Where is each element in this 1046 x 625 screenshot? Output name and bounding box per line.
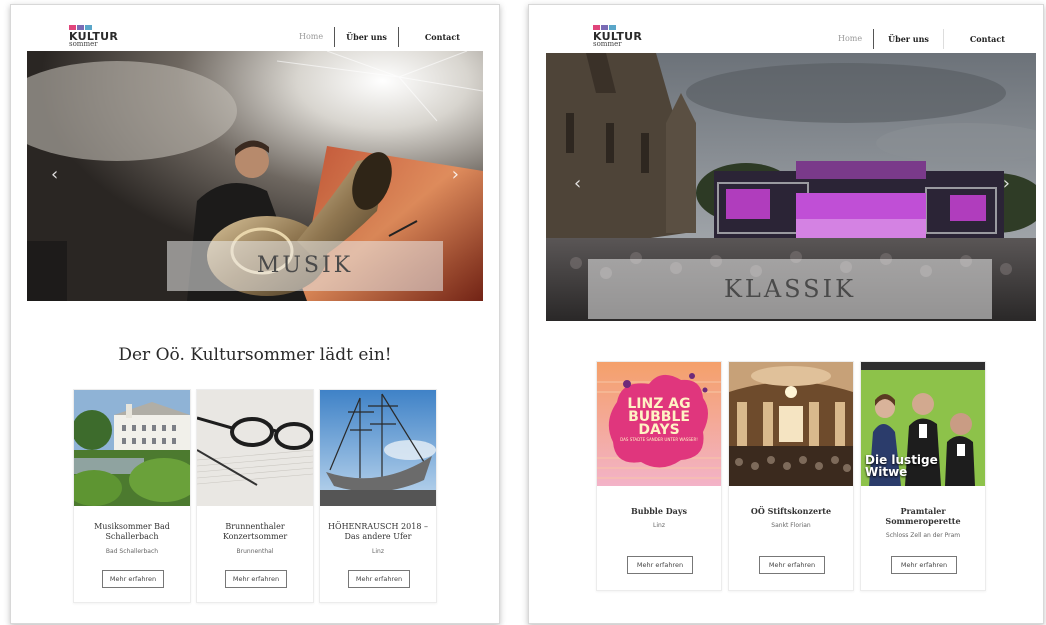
event-card[interactable]: Musiksommer Bad Schallerbach Bad Schalle… [73, 389, 191, 603]
poster-text: Die lustige Witwe [865, 453, 938, 479]
nav-contact[interactable]: Contact [944, 29, 1016, 49]
hero-category-label: MUSIK [167, 241, 443, 291]
nav-home[interactable]: Home [288, 27, 334, 47]
kultursommer-logo[interactable]: KULTUR sommer [593, 25, 643, 49]
nav-contact[interactable]: Contact [399, 27, 471, 47]
logo-subtitle: sommer [69, 40, 98, 48]
chevron-right-icon[interactable]: › [1003, 175, 1010, 193]
event-image-stiftskonzerte [729, 362, 853, 486]
logo-subtitle: sommer [593, 40, 622, 48]
main-nav: Home Über uns Contact [827, 29, 1016, 49]
event-title: OÖ Stiftskonzerte [750, 506, 832, 516]
event-card[interactable]: LINZ AG BUBBLE DAYS DAS STADTE SANDER UN… [596, 361, 722, 591]
event-title: HÖHENRAUSCH 2018 – Das andere Ufer [328, 522, 428, 541]
hero-category-label: KLASSIK [588, 259, 992, 319]
chevron-left-icon[interactable]: ‹ [574, 175, 581, 193]
event-location: Linz [372, 548, 384, 555]
mehr-erfahren-button[interactable]: Mehr erfahren [102, 570, 164, 588]
hero-slider[interactable]: ‹ › MUSIK [27, 51, 483, 301]
website-page-klassik: KULTUR sommer Home Über uns Contact ‹ › … [528, 4, 1044, 624]
event-title: Bubble Days [631, 506, 687, 516]
event-card[interactable]: OÖ Stiftskonzerte Sankt Florian Mehr erf… [728, 361, 854, 591]
event-location: Brunnenthal [236, 548, 274, 555]
event-location: Linz [653, 522, 665, 529]
nav-ueber-uns[interactable]: Über uns [874, 29, 943, 49]
event-image-hoehenrausch [320, 390, 436, 506]
mehr-erfahren-button[interactable]: Mehr erfahren [627, 556, 693, 574]
event-title: Pramtaler Sommeroperette [885, 506, 961, 526]
nav-home[interactable]: Home [827, 29, 873, 49]
kultursommer-logo[interactable]: KULTUR sommer [69, 25, 119, 49]
chevron-left-icon[interactable]: ‹ [51, 166, 58, 184]
mehr-erfahren-button[interactable]: Mehr erfahren [891, 556, 957, 574]
chevron-right-icon[interactable]: › [452, 166, 459, 184]
event-location: Bad Schallerbach [105, 548, 159, 555]
event-image-schallerbach [74, 390, 190, 506]
event-card[interactable]: Brunnenthaler Konzertsommer Brunnenthal … [196, 389, 314, 603]
mehr-erfahren-button[interactable]: Mehr erfahren [225, 570, 287, 588]
event-title: Musiksommer Bad Schallerbach [94, 522, 170, 541]
poster-text: LINZ AG BUBBLE DAYS DAS STADTE SANDER UN… [620, 396, 698, 442]
event-title: Brunnenthaler Konzertsommer [222, 522, 288, 541]
hero-slider[interactable]: ‹ › KLASSIK [546, 53, 1036, 321]
mehr-erfahren-button[interactable]: Mehr erfahren [348, 570, 410, 588]
event-location: Schloss Zell an der Pram [885, 532, 961, 539]
event-image-bubble-days: LINZ AG BUBBLE DAYS DAS STADTE SANDER UN… [597, 362, 721, 486]
event-image-lustige-witwe: Die lustige Witwe [861, 362, 985, 486]
event-card[interactable]: Die lustige Witwe Pramtaler Sommeroperet… [860, 361, 986, 591]
nav-ueber-uns[interactable]: Über uns [335, 27, 398, 47]
website-page-musik: KULTUR sommer Home Über uns Contact ‹ › … [10, 4, 500, 624]
intro-heading: Der Oö. Kultursommer lädt ein! [118, 345, 392, 365]
main-nav: Home Über uns Contact [288, 27, 471, 47]
event-card[interactable]: HÖHENRAUSCH 2018 – Das andere Ufer Linz … [319, 389, 437, 603]
mehr-erfahren-button[interactable]: Mehr erfahren [759, 556, 825, 574]
event-image-brunnenthal [197, 390, 313, 506]
event-location: Sankt Florian [771, 522, 811, 529]
